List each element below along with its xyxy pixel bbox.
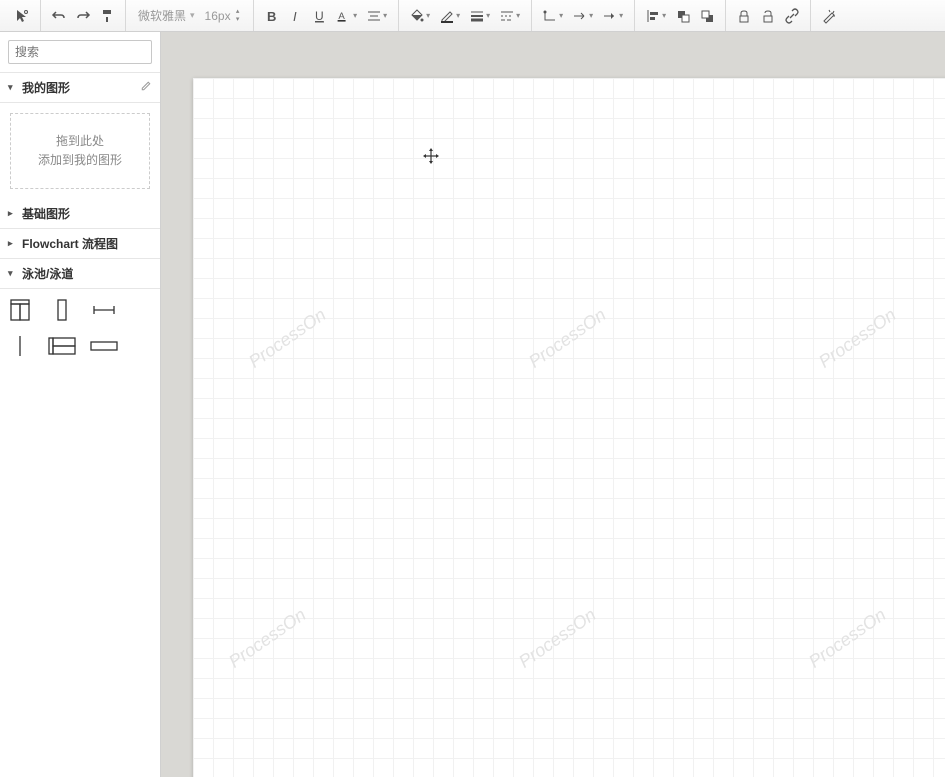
font-size-up[interactable]: ▴ bbox=[233, 8, 243, 16]
font-size-spinner: ▴ ▾ bbox=[233, 8, 243, 24]
move-cursor-icon bbox=[421, 146, 441, 166]
search-box bbox=[8, 40, 152, 64]
edit-icon[interactable] bbox=[140, 80, 152, 95]
my-shapes-dropzone[interactable]: 拖到此处 添加到我的图形 bbox=[10, 113, 150, 189]
shape-vertical-pool[interactable] bbox=[6, 297, 34, 323]
expand-icon: ▸ bbox=[8, 238, 18, 249]
canvas-page[interactable]: ProcessOn ProcessOn ProcessOn ProcessOn … bbox=[193, 78, 945, 777]
watermark: ProcessOn bbox=[245, 304, 330, 372]
section-title: 基础图形 bbox=[22, 205, 70, 222]
section-title: Flowchart 流程图 bbox=[22, 235, 118, 252]
cursor-tool-button[interactable] bbox=[10, 4, 34, 28]
section-title: 我的图形 bbox=[22, 79, 70, 96]
dropzone-line1: 拖到此处 bbox=[19, 132, 141, 151]
shape-vertical-lane[interactable] bbox=[48, 297, 76, 323]
arrow-style-button[interactable]: ▾ bbox=[568, 4, 598, 28]
section-basic[interactable]: ▸ 基础图形 bbox=[0, 199, 160, 229]
italic-button[interactable]: I bbox=[284, 4, 308, 28]
underline-button[interactable]: U bbox=[308, 4, 332, 28]
section-pool[interactable]: ▾ 泳池/泳道 bbox=[0, 259, 160, 289]
dropzone-line2: 添加到我的图形 bbox=[19, 151, 141, 170]
collapse-icon: ▾ bbox=[8, 82, 18, 93]
section-flowchart[interactable]: ▸ Flowchart 流程图 bbox=[0, 229, 160, 259]
font-size-down[interactable]: ▾ bbox=[233, 16, 243, 24]
link-button[interactable] bbox=[780, 4, 804, 28]
watermark: ProcessOn bbox=[525, 304, 610, 372]
pool-shapes-grid bbox=[0, 289, 160, 367]
main-area: ▾ 我的图形 拖到此处 添加到我的图形 ▸ 基础图形 ▸ Flowchart 流… bbox=[0, 32, 945, 777]
watermark: ProcessOn bbox=[815, 304, 900, 372]
shape-horizontal-separator[interactable] bbox=[90, 297, 118, 323]
connector-type-button[interactable]: ▾ bbox=[538, 4, 568, 28]
search-row bbox=[0, 32, 160, 73]
shape-horizontal-lane[interactable] bbox=[90, 333, 118, 359]
toolbar-group-selection bbox=[4, 0, 41, 31]
stroke-color-button[interactable]: ▾ bbox=[435, 4, 465, 28]
canvas-area[interactable]: ProcessOn ProcessOn ProcessOn ProcessOn … bbox=[161, 32, 945, 777]
font-size-input[interactable]: 16px ▴ ▾ bbox=[201, 5, 247, 27]
bold-button[interactable]: B bbox=[260, 4, 284, 28]
toolbar-group-end bbox=[811, 0, 847, 31]
sidebar: ▾ 我的图形 拖到此处 添加到我的图形 ▸ 基础图形 ▸ Flowchart 流… bbox=[0, 32, 161, 777]
font-size-value: 16px bbox=[205, 9, 231, 23]
collapse-icon: ▾ bbox=[8, 268, 18, 279]
section-title: 泳池/泳道 bbox=[22, 265, 73, 282]
shape-horizontal-pool[interactable] bbox=[48, 333, 76, 359]
shape-vertical-separator[interactable] bbox=[6, 333, 34, 359]
section-my-shapes[interactable]: ▾ 我的图形 bbox=[0, 73, 160, 103]
toolbar-group-history bbox=[41, 0, 126, 31]
format-painter-button[interactable] bbox=[95, 4, 119, 28]
text-color-button[interactable]: A▾ bbox=[332, 4, 362, 28]
search-input[interactable] bbox=[9, 45, 176, 59]
watermark: ProcessOn bbox=[805, 604, 890, 672]
caret-down-icon: ▾ bbox=[190, 10, 195, 21]
fill-color-button[interactable]: ▾ bbox=[405, 4, 435, 28]
watermark: ProcessOn bbox=[225, 604, 310, 672]
svg-text:U: U bbox=[315, 9, 324, 23]
magic-button[interactable] bbox=[817, 4, 841, 28]
font-family-value: 微软雅黑 bbox=[138, 7, 186, 24]
text-align-button[interactable]: ▾ bbox=[362, 4, 392, 28]
font-family-select[interactable]: 微软雅黑 ▾ bbox=[132, 5, 201, 27]
expand-icon: ▸ bbox=[8, 208, 18, 219]
unlock-button[interactable] bbox=[756, 4, 780, 28]
align-button[interactable]: ▾ bbox=[641, 4, 671, 28]
redo-button[interactable] bbox=[71, 4, 95, 28]
bring-front-button[interactable] bbox=[671, 4, 695, 28]
line-style-button[interactable]: ▾ bbox=[495, 4, 525, 28]
toolbar-group-connector: ▾ ▾ ▾ bbox=[532, 0, 635, 31]
lock-button[interactable] bbox=[732, 4, 756, 28]
toolbar-group-font: 微软雅黑 ▾ 16px ▴ ▾ bbox=[126, 0, 254, 31]
toolbar-group-lock bbox=[726, 0, 811, 31]
send-back-button[interactable] bbox=[695, 4, 719, 28]
arrow-end-button[interactable]: ▾ bbox=[598, 4, 628, 28]
svg-text:I: I bbox=[293, 9, 297, 24]
line-weight-button[interactable]: ▾ bbox=[465, 4, 495, 28]
watermark: ProcessOn bbox=[515, 604, 600, 672]
toolbar-group-fill-stroke: ▾ ▾ ▾ ▾ bbox=[399, 0, 532, 31]
toolbar-group-arrange: ▾ bbox=[635, 0, 726, 31]
toolbar-group-text-style: B I U A▾ ▾ bbox=[254, 0, 399, 31]
svg-text:B: B bbox=[267, 9, 276, 24]
undo-button[interactable] bbox=[47, 4, 71, 28]
toolbar: 微软雅黑 ▾ 16px ▴ ▾ B I U A▾ ▾ ▾ ▾ ▾ ▾ ▾ ▾ ▾… bbox=[0, 0, 945, 32]
